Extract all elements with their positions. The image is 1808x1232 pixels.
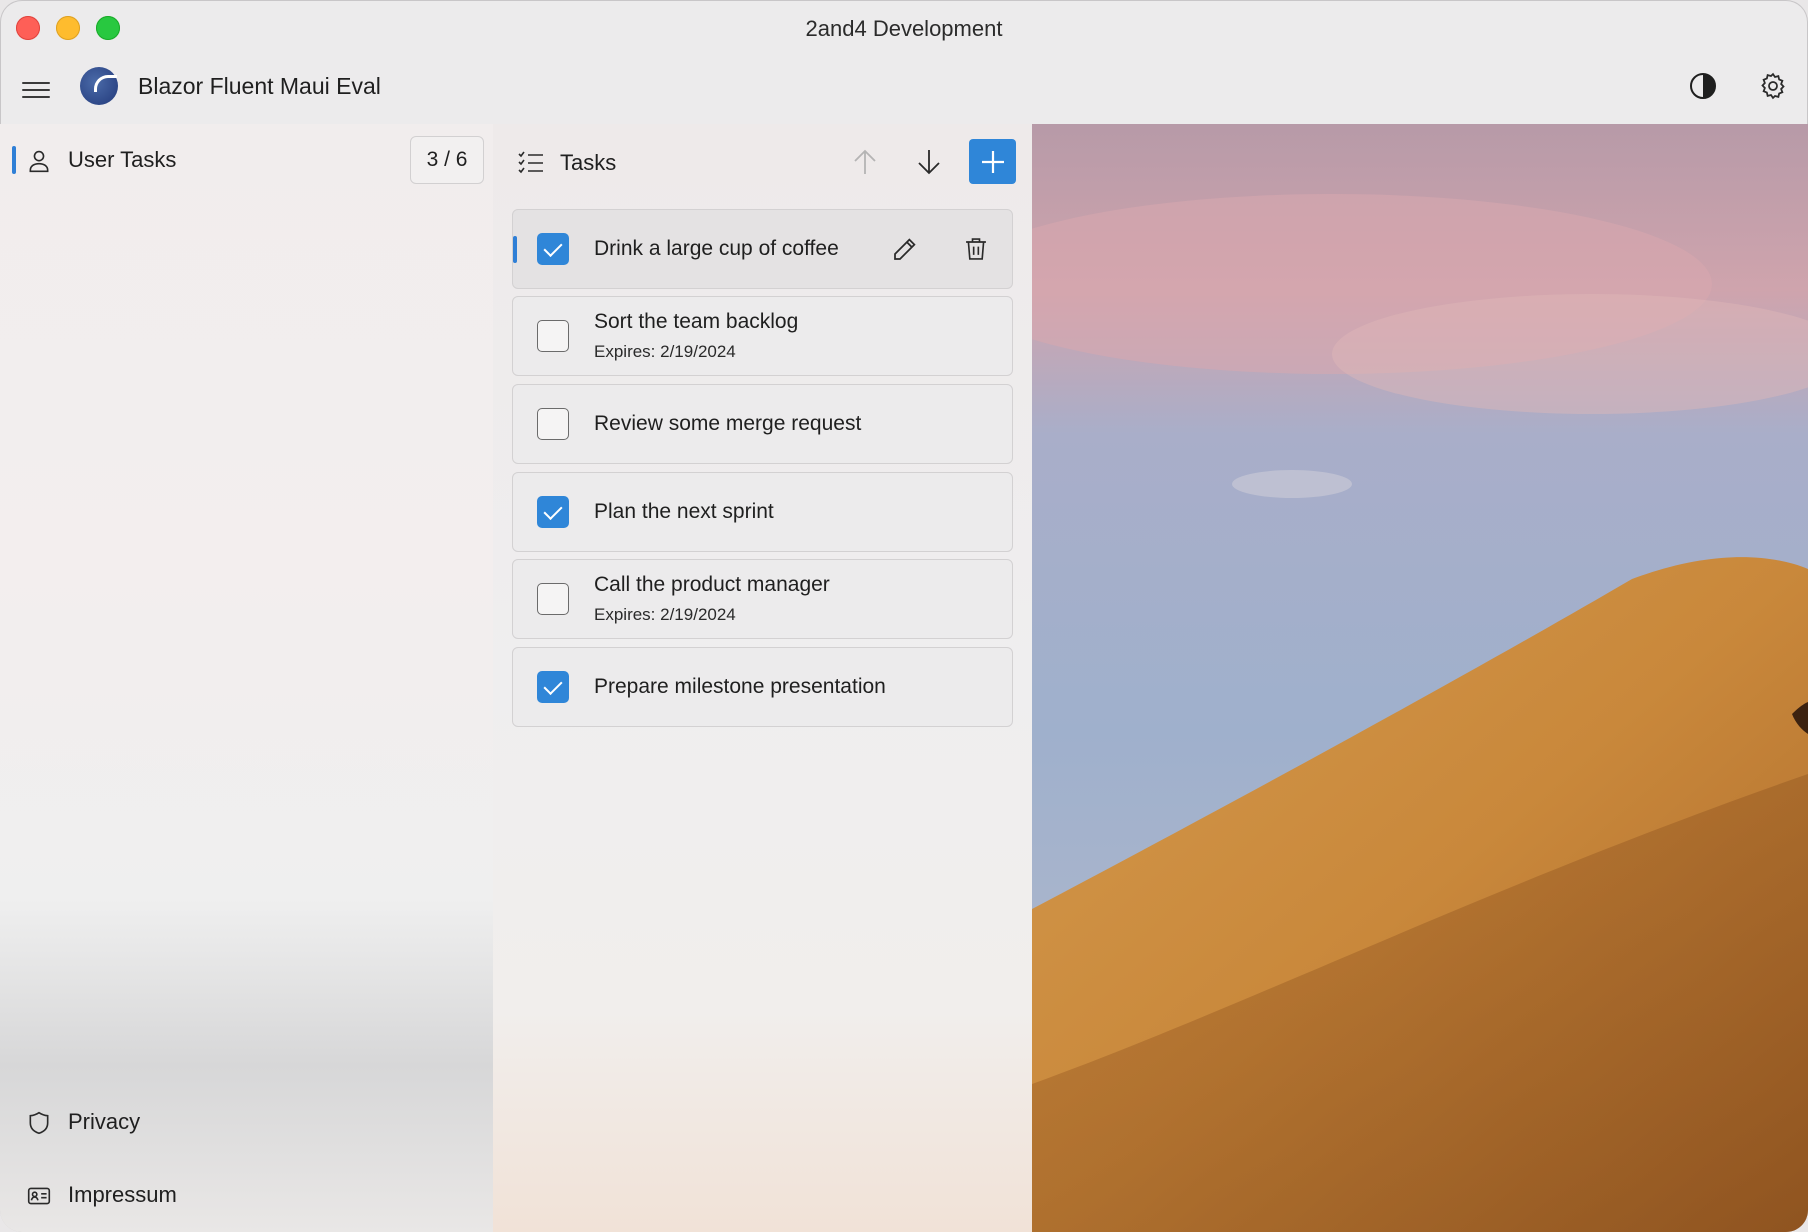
active-indicator	[12, 146, 16, 174]
task-item[interactable]: Prepare milestone presentation	[512, 647, 1013, 727]
theme-toggle-icon[interactable]	[1690, 73, 1716, 99]
task-label: Call the product manager	[594, 573, 830, 596]
plus-icon	[981, 150, 1004, 173]
task-checkbox[interactable]	[537, 233, 569, 265]
gear-icon[interactable]	[1758, 71, 1788, 101]
sidebar-item-label: Privacy	[68, 1109, 141, 1134]
minimize-window-button[interactable]	[56, 16, 80, 40]
move-down-button[interactable]	[909, 142, 949, 182]
sidebar-item-privacy[interactable]: Privacy	[12, 1100, 482, 1144]
add-task-button[interactable]	[969, 139, 1016, 184]
task-pane: Tasks Drink a large cup of coffee Sort t…	[493, 124, 1032, 1232]
task-checkbox[interactable]	[537, 408, 569, 440]
sidebar-item-impressum[interactable]: Impressum	[12, 1173, 482, 1217]
app-logo	[80, 67, 118, 105]
task-list-icon	[518, 151, 543, 174]
pencil-icon[interactable]	[890, 234, 920, 264]
contact-card-icon	[27, 1187, 51, 1205]
task-item[interactable]: Call the product manager Expires: 2/19/2…	[512, 559, 1013, 639]
sidebar-item-label: User Tasks	[68, 147, 177, 172]
title-bar: 2and4 Development	[0, 0, 1808, 58]
window-title: 2and4 Development	[805, 16, 1003, 41]
task-item[interactable]: Drink a large cup of coffee	[512, 209, 1013, 289]
arrow-up-icon	[854, 149, 876, 174]
window-controls	[16, 16, 120, 40]
hamburger-menu-icon[interactable]	[22, 77, 50, 101]
task-checkbox[interactable]	[537, 671, 569, 703]
move-up-button[interactable]	[845, 142, 885, 182]
arrow-down-icon	[918, 150, 940, 175]
sidebar-item-label: Impressum	[68, 1182, 177, 1207]
desert-wallpaper	[1032, 124, 1808, 1232]
task-item[interactable]: Review some merge request	[512, 384, 1013, 464]
task-count-badge: 3 / 6	[410, 136, 484, 184]
task-label: Prepare milestone presentation	[594, 675, 886, 698]
task-label: Review some merge request	[594, 412, 862, 435]
tasks-header: Tasks	[493, 124, 1032, 200]
task-checkbox[interactable]	[537, 583, 569, 615]
tasks-title: Tasks	[560, 150, 617, 175]
task-label: Drink a large cup of coffee	[594, 237, 839, 260]
app-title: Blazor Fluent Maui Eval	[138, 73, 381, 99]
task-item[interactable]: Sort the team backlog Expires: 2/19/2024	[512, 296, 1013, 376]
shield-icon	[29, 1111, 49, 1135]
task-expiry: Expires: 2/19/2024	[594, 342, 736, 361]
task-checkbox[interactable]	[537, 496, 569, 528]
person-icon	[29, 150, 49, 173]
sidebar: User Tasks 3 / 6 Privacy Impressum	[0, 124, 493, 1232]
app-window: 2and4 Development Blazor Fluent Maui Eva…	[0, 0, 1808, 1232]
selected-indicator	[513, 236, 517, 263]
task-expiry: Expires: 2/19/2024	[594, 605, 736, 624]
task-label: Sort the team backlog	[594, 310, 799, 333]
task-checkbox[interactable]	[537, 320, 569, 352]
maximize-window-button[interactable]	[96, 16, 120, 40]
task-item[interactable]: Plan the next sprint	[512, 472, 1013, 552]
close-window-button[interactable]	[16, 16, 40, 40]
task-label: Plan the next sprint	[594, 500, 774, 523]
trash-icon[interactable]	[962, 234, 990, 264]
app-header: Blazor Fluent Maui Eval	[0, 58, 1808, 125]
